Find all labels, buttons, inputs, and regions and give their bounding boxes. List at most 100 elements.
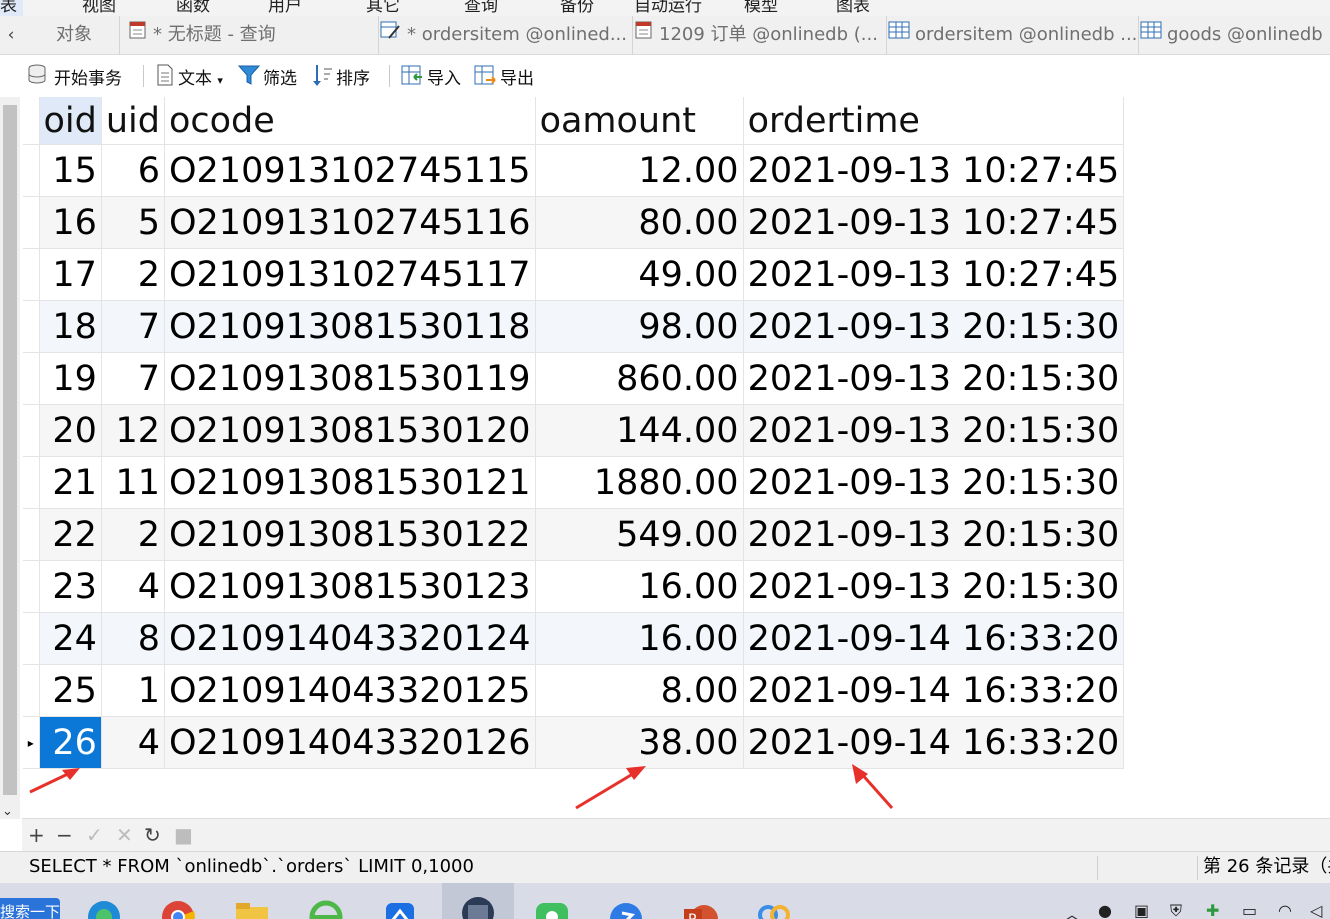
cell-ocode[interactable]: O210913081530119 bbox=[164, 352, 536, 405]
menu-item-automation[interactable]: 自动运行 bbox=[634, 0, 702, 16]
refresh-icon[interactable]: ↻ bbox=[144, 824, 161, 846]
menu-item-view[interactable]: 视图 bbox=[82, 0, 116, 16]
cell-ordertime[interactable]: 2021-09-13 10:27:45 bbox=[743, 144, 1125, 197]
tray-app-icon[interactable]: ▣ bbox=[1134, 901, 1149, 919]
tab-objects[interactable]: 对象 bbox=[22, 16, 120, 54]
dingtalk-icon[interactable] bbox=[606, 891, 646, 919]
tab-goods-table[interactable]: goods @onlinedb (... bbox=[1134, 16, 1330, 54]
current-row-indicator-icon[interactable]: ▸ bbox=[23, 716, 40, 769]
cell-ocode[interactable]: O210913102745116 bbox=[164, 196, 536, 249]
export-button[interactable]: 导出 bbox=[473, 63, 534, 89]
sort-button[interactable]: 排序 bbox=[311, 63, 370, 89]
add-record-icon[interactable]: + bbox=[28, 824, 45, 846]
cell-ocode[interactable]: O210913102745115 bbox=[164, 144, 536, 197]
cell-oid[interactable]: 21 bbox=[39, 456, 102, 509]
file-explorer-icon[interactable] bbox=[232, 891, 272, 919]
volume-icon[interactable]: ◁ bbox=[1310, 901, 1322, 919]
cell-oamount[interactable]: 16.00 bbox=[535, 612, 744, 665]
cell-oid[interactable]: 15 bbox=[39, 144, 102, 197]
tab-ordersitem-table[interactable]: ordersitem @onlinedb ... bbox=[882, 16, 1139, 54]
security-shield-icon[interactable]: ⛨ bbox=[1170, 901, 1182, 919]
cell-ordertime[interactable]: 2021-09-13 20:15:30 bbox=[743, 404, 1125, 457]
text-view-button[interactable]: 文本 ▾ bbox=[155, 63, 223, 89]
cell-ocode[interactable]: O210913081530122 bbox=[164, 508, 536, 561]
cell-oamount[interactable]: 8.00 bbox=[535, 664, 744, 717]
table-row[interactable]: 19 7 O210913081530119 860.00 2021-09-13 20:1… bbox=[23, 352, 1125, 405]
column-header-oid[interactable]: oid bbox=[39, 97, 102, 145]
row-marker[interactable] bbox=[23, 404, 40, 457]
column-header-uid[interactable]: uid bbox=[101, 97, 165, 145]
table-row[interactable]: 16 5 O210913102745116 80.00 2021-09-13 10:27… bbox=[23, 196, 1125, 249]
menu-item-other[interactable]: 其它 bbox=[366, 0, 400, 16]
cell-ocode[interactable]: O210914043320124 bbox=[164, 612, 536, 665]
cell-oamount[interactable]: 144.00 bbox=[535, 404, 744, 457]
tray-green-icon[interactable]: ✚ bbox=[1206, 901, 1219, 919]
cell-ocode[interactable]: O210914043320125 bbox=[164, 664, 536, 717]
cell-oamount[interactable]: 80.00 bbox=[535, 196, 744, 249]
begin-transaction-button[interactable]: 开始事务 bbox=[27, 63, 122, 89]
cell-uid[interactable]: 11 bbox=[101, 456, 165, 509]
cell-oamount[interactable]: 549.00 bbox=[535, 508, 744, 561]
cell-ordertime[interactable]: 2021-09-13 20:15:30 bbox=[743, 560, 1125, 613]
colorful-app-icon[interactable] bbox=[754, 891, 794, 919]
cell-ordertime[interactable]: 2021-09-13 20:15:30 bbox=[743, 300, 1125, 353]
cell-oamount[interactable]: 16.00 bbox=[535, 560, 744, 613]
tray-chevron-up-icon[interactable]: ︿ bbox=[1064, 901, 1080, 919]
cell-oid[interactable]: 20 bbox=[39, 404, 102, 457]
cell-uid[interactable]: 7 bbox=[101, 352, 165, 405]
cell-ocode[interactable]: O210913081530118 bbox=[164, 300, 536, 353]
delete-record-icon[interactable]: − bbox=[56, 824, 73, 846]
wifi-icon[interactable]: ◠ bbox=[1278, 901, 1292, 919]
table-row[interactable]: 22 2 O210913081530122 549.00 2021-09-13 20:1… bbox=[23, 508, 1125, 561]
menu-item-query[interactable]: 查询 bbox=[464, 0, 498, 16]
navicat-app-icon[interactable] bbox=[442, 883, 514, 919]
chrome-icon[interactable] bbox=[158, 891, 198, 919]
table-row[interactable]: 24 8 O210914043320124 16.00 2021-09-14 16:33… bbox=[23, 612, 1125, 665]
row-marker[interactable] bbox=[23, 196, 40, 249]
battery-icon[interactable]: ▭ bbox=[1242, 901, 1257, 919]
table-row[interactable]: 23 4 O210913081530123 16.00 2021-09-13 20:15… bbox=[23, 560, 1125, 613]
cell-oid[interactable]: 24 bbox=[39, 612, 102, 665]
cell-uid[interactable]: 6 bbox=[101, 144, 165, 197]
cell-ordertime[interactable]: 2021-09-13 20:15:30 bbox=[743, 508, 1125, 561]
row-marker[interactable] bbox=[23, 664, 40, 717]
cell-oamount[interactable]: 38.00 bbox=[535, 716, 744, 769]
discard-icon[interactable]: ✕ bbox=[116, 824, 133, 846]
cell-oamount[interactable]: 98.00 bbox=[535, 300, 744, 353]
column-header-ocode[interactable]: ocode bbox=[164, 97, 536, 145]
cell-uid[interactable]: 4 bbox=[101, 560, 165, 613]
column-header-oamount[interactable]: oamount bbox=[535, 97, 744, 145]
row-marker[interactable] bbox=[23, 352, 40, 405]
cell-uid[interactable]: 8 bbox=[101, 612, 165, 665]
cell-oamount[interactable]: 1880.00 bbox=[535, 456, 744, 509]
cell-oid[interactable]: 25 bbox=[39, 664, 102, 717]
apply-icon[interactable]: ✓ bbox=[86, 824, 103, 846]
row-marker[interactable] bbox=[23, 612, 40, 665]
cell-oid[interactable]: 19 bbox=[39, 352, 102, 405]
cell-uid[interactable]: 12 bbox=[101, 404, 165, 457]
cell-uid[interactable]: 7 bbox=[101, 300, 165, 353]
powerpoint-icon[interactable]: P bbox=[680, 891, 720, 919]
cell-uid[interactable]: 5 bbox=[101, 196, 165, 249]
cell-oamount[interactable]: 49.00 bbox=[535, 248, 744, 301]
menu-item-user[interactable]: 用户 bbox=[268, 0, 302, 16]
cell-ordertime[interactable]: 2021-09-14 16:33:20 bbox=[743, 612, 1125, 665]
feishu-icon[interactable] bbox=[380, 891, 420, 919]
cell-ordertime[interactable]: 2021-09-14 16:33:20 bbox=[743, 716, 1125, 769]
cell-ocode[interactable]: O210913081530123 bbox=[164, 560, 536, 613]
cell-ordertime[interactable]: 2021-09-13 20:15:30 bbox=[743, 456, 1125, 509]
green-app-icon[interactable] bbox=[532, 891, 572, 919]
ie-icon[interactable] bbox=[306, 891, 346, 919]
menu-item-backup[interactable]: 备份 bbox=[560, 0, 594, 16]
row-marker[interactable] bbox=[23, 456, 40, 509]
cell-ordertime[interactable]: 2021-09-14 16:33:20 bbox=[743, 664, 1125, 717]
scroll-down-icon[interactable]: ⌄ bbox=[2, 804, 13, 819]
tab-untitled-query[interactable]: * 无标题 - 查询 bbox=[122, 16, 379, 54]
cell-oid[interactable]: 22 bbox=[39, 508, 102, 561]
cell-oamount[interactable]: 860.00 bbox=[535, 352, 744, 405]
import-button[interactable]: 导入 bbox=[400, 63, 461, 89]
row-marker[interactable] bbox=[23, 508, 40, 561]
row-marker[interactable] bbox=[23, 144, 40, 197]
scrollbar-thumb[interactable] bbox=[3, 105, 17, 795]
tab-ordersitem-design[interactable]: * ordersitem @onlined... bbox=[374, 16, 633, 54]
